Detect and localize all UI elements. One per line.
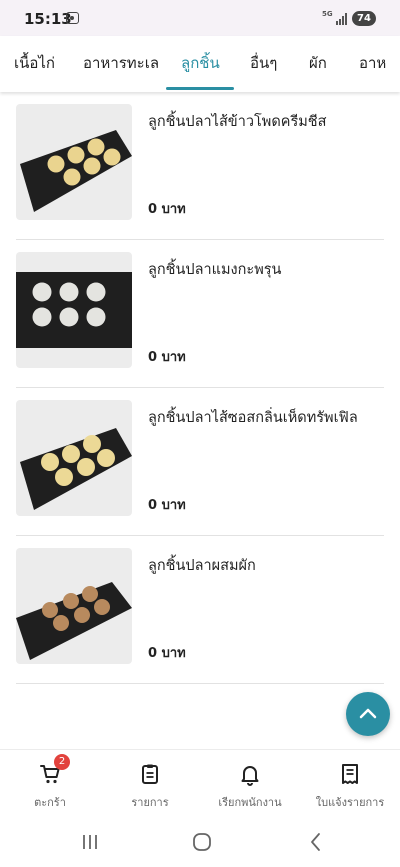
bell-icon [241,766,259,786]
tab-food[interactable]: อาห [359,51,386,75]
tab-meatballs[interactable]: ลูกชิ้น [181,51,220,75]
back-icon[interactable] [304,831,328,853]
nav-label: รายการ [131,796,169,809]
product-name: ลูกชิ้นปลาผสมผัก [148,558,256,574]
tab-others[interactable]: อื่นๆ [250,51,277,75]
clipboard-icon [142,764,158,784]
product-image [16,548,132,664]
product-price: 0 บาท [148,202,186,217]
product-name: ลูกชิ้นปลาแมงกะพรุน [148,262,282,278]
category-tabs: เนื้อไก่ อาหารทะเล ลูกชิ้น อื่นๆ ผัก อาห [0,36,400,92]
product-price: 0 บาท [148,498,186,513]
nav-label: ตะกร้า [34,796,66,809]
product-name: ลูกชิ้นปลาไส้ซอสกลิ่นเห็ดทรัพเฟิล [148,410,358,426]
status-bar: 15:13 5G 74 [0,0,400,36]
chevron-up-icon [359,708,377,719]
tab-seafood[interactable]: อาหารทะเล [83,51,159,75]
product-image [16,104,132,220]
system-nav-bar [0,817,400,867]
nav-label: เรียกพนักงาน [218,796,282,809]
product-name: ลูกชิ้นปลาไส้ข้าวโพดครีมชีส [148,114,327,130]
product-image [16,400,132,516]
battery-indicator: 74 [352,11,376,26]
tab-vegetables[interactable]: ผัก [309,51,327,75]
nav-label: ใบแจ้งรายการ [315,796,385,809]
bottom-nav: 2 ตะกร้า รายการ เรียกพนักงาน ใบแจ้งรายกา… [0,749,400,817]
product-item[interactable]: ลูกชิ้นปลาแมงกะพรุน 0 บาท [16,240,384,388]
active-tab-indicator [166,87,234,90]
product-image [16,252,132,368]
nav-bill[interactable]: ใบแจ้งรายการ [300,750,400,818]
scroll-to-top-button[interactable] [346,692,390,736]
home-icon[interactable] [190,831,214,853]
product-item[interactable]: ลูกชิ้นปลาไส้ข้าวโพดครีมชีส 0 บาท [16,92,384,240]
nav-call-staff[interactable]: เรียกพนักงาน [200,750,300,818]
nav-cart[interactable]: 2 ตะกร้า [0,750,100,818]
product-price: 0 บาท [148,646,186,661]
screenshot-icon [66,12,79,24]
tab-chicken[interactable]: เนื้อไก่ [14,51,55,75]
cart-badge: 2 [54,754,70,770]
product-item[interactable]: ลูกชิ้นปลาไส้ซอสกลิ่นเห็ดทรัพเฟิล 0 บาท [16,388,384,536]
product-price: 0 บาท [148,350,186,365]
network-type-label: 5G [322,10,333,18]
recent-apps-icon[interactable] [78,831,102,853]
nav-orders[interactable]: รายการ [100,750,200,818]
product-item[interactable]: ลูกชิ้นปลาผสมผัก 0 บาท [16,536,384,684]
receipt-icon [342,764,358,784]
signal-icon [336,13,350,25]
status-time: 15:13 [24,10,72,28]
